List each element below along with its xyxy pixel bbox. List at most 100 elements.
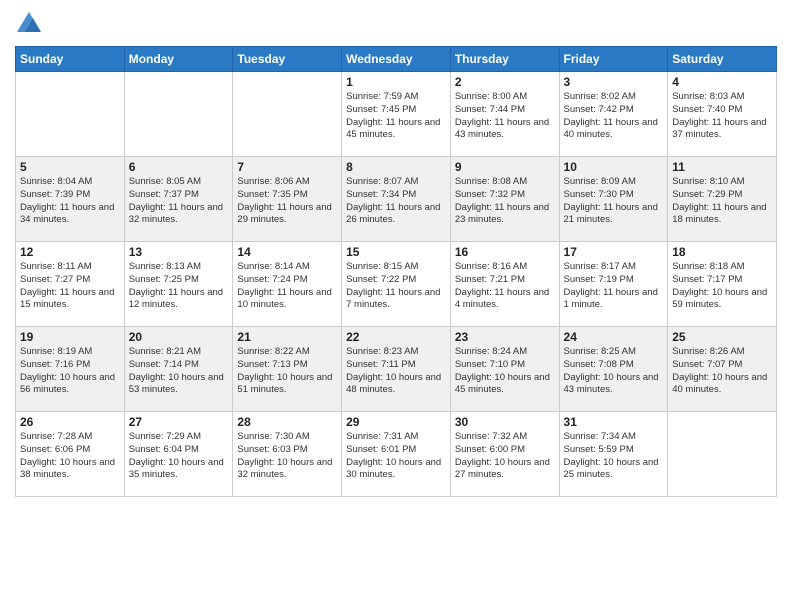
calendar-cell: 17Sunrise: 8:17 AM Sunset: 7:19 PM Dayli… <box>559 242 668 327</box>
day-number: 10 <box>564 160 664 174</box>
day-info: Sunrise: 8:22 AM Sunset: 7:13 PM Dayligh… <box>237 346 337 397</box>
calendar-week-row: 26 Sunrise: 7:28 AM Sunset: 6:06 PM Dayli… <box>16 412 777 497</box>
day-info: Sunrise: 8:06 AM Sunset: 7:35 PM Dayligh… <box>237 176 337 227</box>
day-number: 5 <box>20 160 120 174</box>
day-header: Sunday <box>16 47 125 72</box>
day-number: 20 <box>129 330 229 344</box>
day-info: Sunrise: 8:04 AM Sunset: 7:39 PM Dayligh… <box>20 176 120 227</box>
calendar-cell: 14 Sunrise: 8:14 AM Sunset: 7:24 PM Dayli… <box>233 242 342 327</box>
calendar-cell <box>233 72 342 157</box>
day-info: Sunrise: 8:23 AM Sunset: 7:11 PM Dayligh… <box>346 346 446 397</box>
day-number: 14 <box>237 245 337 259</box>
day-number: 23 <box>455 330 555 344</box>
calendar-cell: 5 Sunrise: 8:04 AM Sunset: 7:39 PM Daylig… <box>16 157 125 242</box>
calendar-cell: 16 Sunrise: 8:16 AM Sunset: 7:21 PM Dayli… <box>450 242 559 327</box>
calendar-cell: 31 Sunrise: 7:34 AM Sunset: 5:59 PM Dayli… <box>559 412 668 497</box>
day-number: 31 <box>564 415 664 429</box>
day-info: Sunrise: 7:34 AM Sunset: 5:59 PM Dayligh… <box>564 431 664 482</box>
day-number: 6 <box>129 160 229 174</box>
calendar-cell: 1 Sunrise: 7:59 AM Sunset: 7:45 PM Daylig… <box>342 72 451 157</box>
calendar-week-row: 1 Sunrise: 7:59 AM Sunset: 7:45 PM Daylig… <box>16 72 777 157</box>
calendar-cell: 30 Sunrise: 7:32 AM Sunset: 6:00 PM Dayli… <box>450 412 559 497</box>
calendar-cell: 13 Sunrise: 8:13 AM Sunset: 7:25 PM Dayli… <box>124 242 233 327</box>
day-info: Sunrise: 8:15 AM Sunset: 7:22 PM Dayligh… <box>346 261 446 312</box>
day-number: 7 <box>237 160 337 174</box>
day-number: 2 <box>455 75 555 89</box>
day-info: Sunrise: 8:13 AM Sunset: 7:25 PM Dayligh… <box>129 261 229 312</box>
calendar-cell: 15Sunrise: 8:15 AM Sunset: 7:22 PM Dayli… <box>342 242 451 327</box>
day-header: Tuesday <box>233 47 342 72</box>
calendar-cell: 11 Sunrise: 8:10 AM Sunset: 7:29 PM Dayli… <box>668 157 777 242</box>
day-number: 3 <box>564 75 664 89</box>
day-info: Sunrise: 8:07 AM Sunset: 7:34 PM Dayligh… <box>346 176 446 227</box>
calendar-cell: 26 Sunrise: 7:28 AM Sunset: 6:06 PM Dayli… <box>16 412 125 497</box>
day-info: Sunrise: 7:59 AM Sunset: 7:45 PM Dayligh… <box>346 91 446 142</box>
calendar-cell <box>124 72 233 157</box>
calendar-cell: 9 Sunrise: 8:08 AM Sunset: 7:32 PM Daylig… <box>450 157 559 242</box>
page: SundayMondayTuesdayWednesdayThursdayFrid… <box>0 0 792 612</box>
day-number: 19 <box>20 330 120 344</box>
day-number: 4 <box>672 75 772 89</box>
calendar-week-row: 19 Sunrise: 8:19 AM Sunset: 7:16 PM Dayli… <box>16 327 777 412</box>
calendar-cell: 18 Sunrise: 8:18 AM Sunset: 7:17 PM Dayli… <box>668 242 777 327</box>
day-number: 28 <box>237 415 337 429</box>
calendar-cell: 20 Sunrise: 8:21 AM Sunset: 7:14 PM Dayli… <box>124 327 233 412</box>
day-number: 27 <box>129 415 229 429</box>
day-number: 16 <box>455 245 555 259</box>
day-header: Thursday <box>450 47 559 72</box>
day-header: Friday <box>559 47 668 72</box>
calendar-cell <box>16 72 125 157</box>
calendar-cell: 10Sunrise: 8:09 AM Sunset: 7:30 PM Dayli… <box>559 157 668 242</box>
day-info: Sunrise: 8:10 AM Sunset: 7:29 PM Dayligh… <box>672 176 772 227</box>
day-info: Sunrise: 8:16 AM Sunset: 7:21 PM Dayligh… <box>455 261 555 312</box>
calendar-cell: 29Sunrise: 7:31 AM Sunset: 6:01 PM Dayli… <box>342 412 451 497</box>
day-number: 1 <box>346 75 446 89</box>
calendar-cell: 8 Sunrise: 8:07 AM Sunset: 7:34 PM Daylig… <box>342 157 451 242</box>
day-number: 21 <box>237 330 337 344</box>
calendar-cell: 28Sunrise: 7:30 AM Sunset: 6:03 PM Dayli… <box>233 412 342 497</box>
day-info: Sunrise: 7:28 AM Sunset: 6:06 PM Dayligh… <box>20 431 120 482</box>
day-info: Sunrise: 7:29 AM Sunset: 6:04 PM Dayligh… <box>129 431 229 482</box>
header-row: SundayMondayTuesdayWednesdayThursdayFrid… <box>16 47 777 72</box>
day-number: 25 <box>672 330 772 344</box>
calendar-cell <box>668 412 777 497</box>
calendar-cell: 2 Sunrise: 8:00 AM Sunset: 7:44 PM Daylig… <box>450 72 559 157</box>
day-info: Sunrise: 8:21 AM Sunset: 7:14 PM Dayligh… <box>129 346 229 397</box>
header <box>15 10 777 38</box>
day-info: Sunrise: 8:24 AM Sunset: 7:10 PM Dayligh… <box>455 346 555 397</box>
day-info: Sunrise: 8:02 AM Sunset: 7:42 PM Dayligh… <box>564 91 664 142</box>
day-info: Sunrise: 8:18 AM Sunset: 7:17 PM Dayligh… <box>672 261 772 312</box>
calendar-cell: 21 Sunrise: 8:22 AM Sunset: 7:13 PM Dayli… <box>233 327 342 412</box>
day-number: 18 <box>672 245 772 259</box>
calendar: SundayMondayTuesdayWednesdayThursdayFrid… <box>15 46 777 497</box>
day-number: 29 <box>346 415 446 429</box>
day-number: 24 <box>564 330 664 344</box>
day-number: 8 <box>346 160 446 174</box>
calendar-week-row: 12Sunrise: 8:11 AM Sunset: 7:27 PM Dayli… <box>16 242 777 327</box>
day-info: Sunrise: 8:05 AM Sunset: 7:37 PM Dayligh… <box>129 176 229 227</box>
calendar-cell: 12Sunrise: 8:11 AM Sunset: 7:27 PM Dayli… <box>16 242 125 327</box>
day-info: Sunrise: 8:08 AM Sunset: 7:32 PM Dayligh… <box>455 176 555 227</box>
day-number: 13 <box>129 245 229 259</box>
day-info: Sunrise: 7:32 AM Sunset: 6:00 PM Dayligh… <box>455 431 555 482</box>
day-info: Sunrise: 8:25 AM Sunset: 7:08 PM Dayligh… <box>564 346 664 397</box>
day-number: 22 <box>346 330 446 344</box>
day-number: 12 <box>20 245 120 259</box>
day-number: 26 <box>20 415 120 429</box>
calendar-cell: 7 Sunrise: 8:06 AM Sunset: 7:35 PM Daylig… <box>233 157 342 242</box>
day-number: 9 <box>455 160 555 174</box>
day-info: Sunrise: 8:03 AM Sunset: 7:40 PM Dayligh… <box>672 91 772 142</box>
day-number: 11 <box>672 160 772 174</box>
day-info: Sunrise: 8:14 AM Sunset: 7:24 PM Dayligh… <box>237 261 337 312</box>
day-header: Saturday <box>668 47 777 72</box>
calendar-cell: 3 Sunrise: 8:02 AM Sunset: 7:42 PM Daylig… <box>559 72 668 157</box>
calendar-cell: 4 Sunrise: 8:03 AM Sunset: 7:40 PM Daylig… <box>668 72 777 157</box>
day-number: 30 <box>455 415 555 429</box>
calendar-cell: 22 Sunrise: 8:23 AM Sunset: 7:11 PM Dayli… <box>342 327 451 412</box>
day-info: Sunrise: 8:26 AM Sunset: 7:07 PM Dayligh… <box>672 346 772 397</box>
day-number: 17 <box>564 245 664 259</box>
day-info: Sunrise: 8:00 AM Sunset: 7:44 PM Dayligh… <box>455 91 555 142</box>
calendar-cell: 19 Sunrise: 8:19 AM Sunset: 7:16 PM Dayli… <box>16 327 125 412</box>
logo-icon <box>15 10 43 38</box>
day-info: Sunrise: 8:19 AM Sunset: 7:16 PM Dayligh… <box>20 346 120 397</box>
